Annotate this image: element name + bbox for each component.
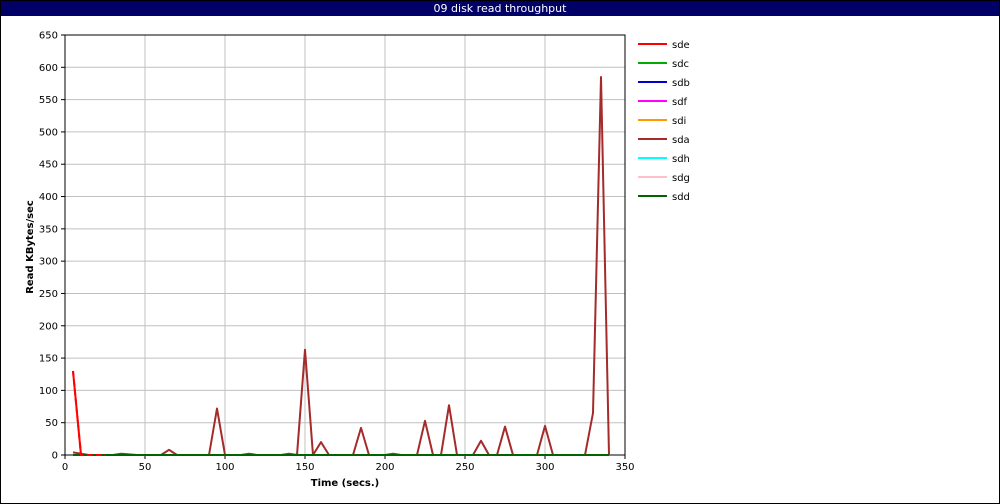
legend-label-sdd: sdd [672, 192, 690, 203]
legend-label-sdf: sdf [672, 97, 688, 108]
x-tick-label: 0 [62, 462, 68, 473]
x-tick-label: 50 [139, 462, 152, 473]
legend-label-sdc: sdc [672, 59, 689, 70]
plot-area [64, 34, 626, 456]
y-tick-label: 50 [45, 418, 58, 429]
y-tick-label: 150 [39, 354, 58, 365]
x-tick-label: 350 [615, 462, 634, 473]
x-axis-label: Time (secs.) [311, 478, 380, 489]
y-tick-label: 400 [39, 192, 58, 203]
legend-label-sdb: sdb [672, 78, 690, 89]
x-tick-label: 100 [215, 462, 234, 473]
y-tick-label: 200 [39, 321, 58, 332]
y-tick-label: 600 [39, 63, 58, 74]
y-tick-label: 100 [39, 386, 58, 397]
y-tick-label: 450 [39, 160, 58, 171]
line-chart: 0 50 100 150 200 250 300 350 0 50 100 150 200 250 300 3… [25, 31, 690, 490]
y-axis-label: Read KBytes/sec [25, 200, 36, 294]
y-tick-label: 0 [52, 451, 58, 462]
legend: sde sdc sdb sdf sdi sda sdh sdg sdd [638, 40, 690, 203]
x-tick-label: 200 [375, 462, 394, 473]
legend-label-sdi: sdi [672, 116, 686, 127]
legend-label-sdg: sdg [672, 173, 690, 184]
y-tick-label: 500 [39, 127, 58, 138]
y-tick-label: 300 [39, 257, 58, 268]
legend-label-sde: sde [672, 40, 690, 51]
x-tick-label: 250 [455, 462, 474, 473]
x-tick-label: 150 [295, 462, 314, 473]
y-tick-label: 350 [39, 224, 58, 235]
y-tick-label: 250 [39, 289, 58, 300]
x-tick-label: 300 [535, 462, 554, 473]
legend-label-sda: sda [672, 135, 690, 146]
legend-label-sdh: sdh [672, 154, 690, 165]
y-tick-label: 550 [39, 95, 58, 106]
y-tick-label: 650 [39, 31, 58, 42]
